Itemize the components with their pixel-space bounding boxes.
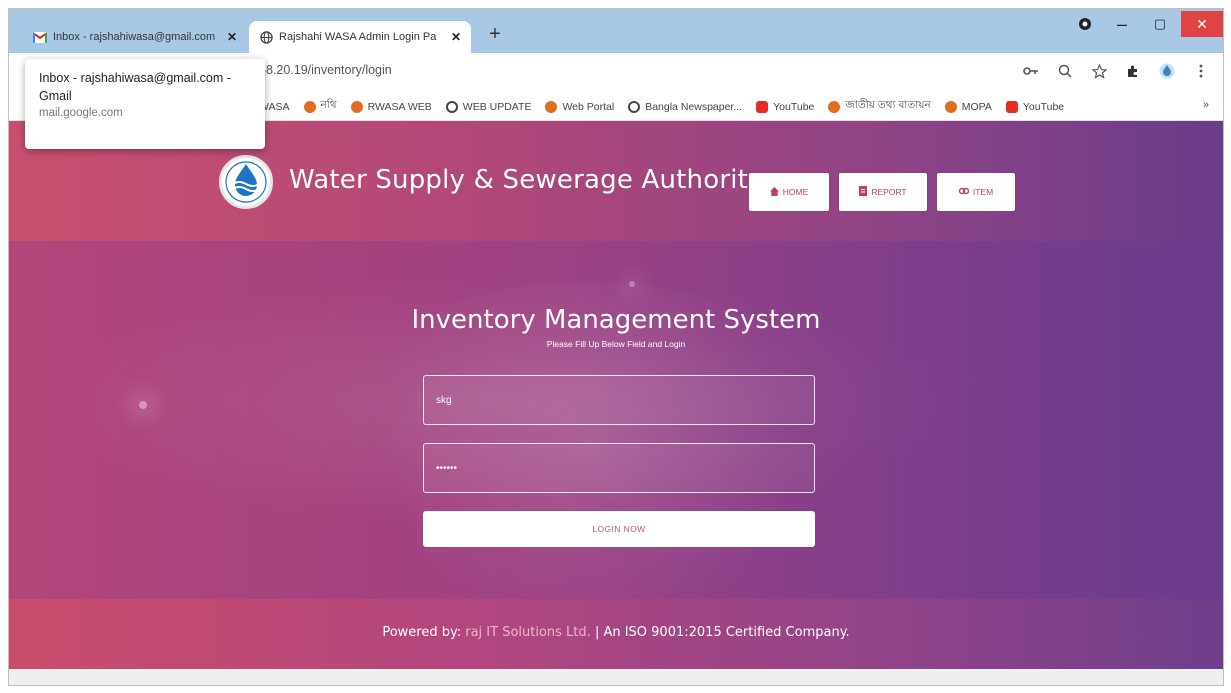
close-tab-icon[interactable]: ✕ [451,30,461,44]
bookmark-label: WEB UPDATE [462,100,532,113]
bookmark-label: MOPA [961,100,992,113]
bookmark-item[interactable]: RWASA WEB [350,100,432,113]
bookmark-list: WASA নথি RWASA WEB WEB UPDATE Web Portal… [259,98,1064,115]
bookmark-label: YouTube [1022,100,1065,113]
bookmark-label: জাতীয় তথ্য বাতায়ন [845,99,931,111]
bookmark-favicon-icon [545,100,558,113]
bookmark-label: Bangla Newspaper... [645,100,743,113]
zoom-icon[interactable] [1055,61,1075,81]
bookmark-item[interactable]: নথি [303,98,337,115]
footer-text: Powered by: raj IT Solutions Ltd. | An I… [9,625,1223,640]
globe-icon [628,100,641,113]
maximize-button[interactable]: ▢ [1145,16,1175,32]
star-icon[interactable] [1089,61,1109,81]
record-icon[interactable] [1073,14,1097,34]
youtube-icon [1005,100,1018,113]
tab-title: Inbox - rajshahiwasa@gmail.com [53,31,216,43]
footer-company-link[interactable]: raj IT Solutions Ltd. [465,625,591,640]
login-hero: Inventory Management System Please Fill … [9,241,1223,641]
globe-icon [445,100,458,113]
bookmarks-overflow-button[interactable]: » [1203,99,1209,111]
bookmark-label: নথি [320,99,337,111]
bookmark-item[interactable]: MOPA [944,100,992,113]
bookmark-item[interactable]: Bangla Newspaper... [628,100,743,113]
globe-icon [259,30,273,44]
close-window-button[interactable]: ✕ [1181,11,1223,37]
window-bottom-edge [9,669,1223,685]
key-icon[interactable] [1021,61,1041,81]
background-light [629,281,635,287]
login-now-button[interactable]: LOGIN NOW [423,511,815,547]
footer-certification: | An ISO 9001:2015 Certified Company. [594,625,850,640]
nav-item-label: ITEM [972,187,994,197]
browser-window: Inbox - rajshahiwasa@gmail.com ✕ Rajshah… [8,8,1224,686]
tooltip-title: Inbox - rajshahiwasa@gmail.com - Gmail [39,71,231,103]
nav-report-label: REPORT [871,187,907,197]
tab-wasa-login[interactable]: Rajshahi WASA Admin Login Pa ✕ [249,21,471,53]
bookmark-favicon-icon [303,100,316,113]
bookmark-label: YouTube [773,100,815,113]
bookmark-favicon-icon [944,100,957,113]
window-controls: – ▢ ✕ [1073,9,1223,39]
background-light [139,401,147,409]
bookmark-label: Web Portal [562,100,615,113]
toolbar-actions [1021,61,1211,81]
nav-home-label: HOME [782,187,809,197]
tab-title: Rajshahi WASA Admin Login Pa [279,31,437,43]
item-icon [958,186,970,198]
bookmark-item[interactable]: WEB UPDATE [445,100,532,113]
nav-home-button[interactable]: HOME [749,173,829,211]
footer-powered-label: Powered by: [382,625,462,640]
bookmark-item[interactable]: জাতীয় তথ্য বাতায়ন [828,98,931,115]
tab-strip: Inbox - rajshahiwasa@gmail.com ✕ Rajshah… [9,9,1223,53]
password-input[interactable]: •••••• [423,443,815,493]
profile-icon[interactable] [1157,61,1177,81]
username-input[interactable]: skg [423,375,815,425]
bookmark-label: RWASA WEB [367,100,432,113]
tab-tooltip: Inbox - rajshahiwasa@gmail.com - Gmail m… [25,59,265,149]
site-brand-title: Water Supply & Sewerage Authority [289,165,764,195]
nav-report-button[interactable]: REPORT [839,173,927,211]
close-tab-icon[interactable]: ✕ [227,30,237,44]
address-bar[interactable]: 58.20.19/inventory/login [259,63,392,77]
tooltip-domain: mail.google.com [39,107,123,119]
wasa-logo[interactable] [219,155,273,209]
new-tab-button[interactable]: + [483,23,507,47]
home-icon [769,186,779,198]
gmail-icon [33,30,47,44]
login-subtitle: Please Fill Up Below Field and Login [546,339,686,349]
login-title: Inventory Management System [411,305,821,335]
page-content: Water Supply & Sewerage Authority HOME R… [9,121,1223,669]
site-nav: HOME REPORT ITEM [749,173,1015,211]
menu-icon[interactable] [1191,61,1211,81]
document-icon [859,186,868,198]
bookmark-favicon-icon [828,100,841,113]
site-footer: Powered by: raj IT Solutions Ltd. | An I… [9,599,1223,669]
bookmark-item[interactable]: Web Portal [545,100,615,113]
bookmark-item[interactable]: YouTube [756,100,815,113]
nav-item-button[interactable]: ITEM [937,173,1015,211]
tab-gmail[interactable]: Inbox - rajshahiwasa@gmail.com ✕ [23,21,247,53]
bookmark-favicon-icon [350,100,363,113]
extensions-icon[interactable] [1123,61,1143,81]
youtube-icon [756,100,769,113]
bookmark-item[interactable]: YouTube [1005,100,1065,113]
minimize-button[interactable]: – [1107,14,1137,35]
